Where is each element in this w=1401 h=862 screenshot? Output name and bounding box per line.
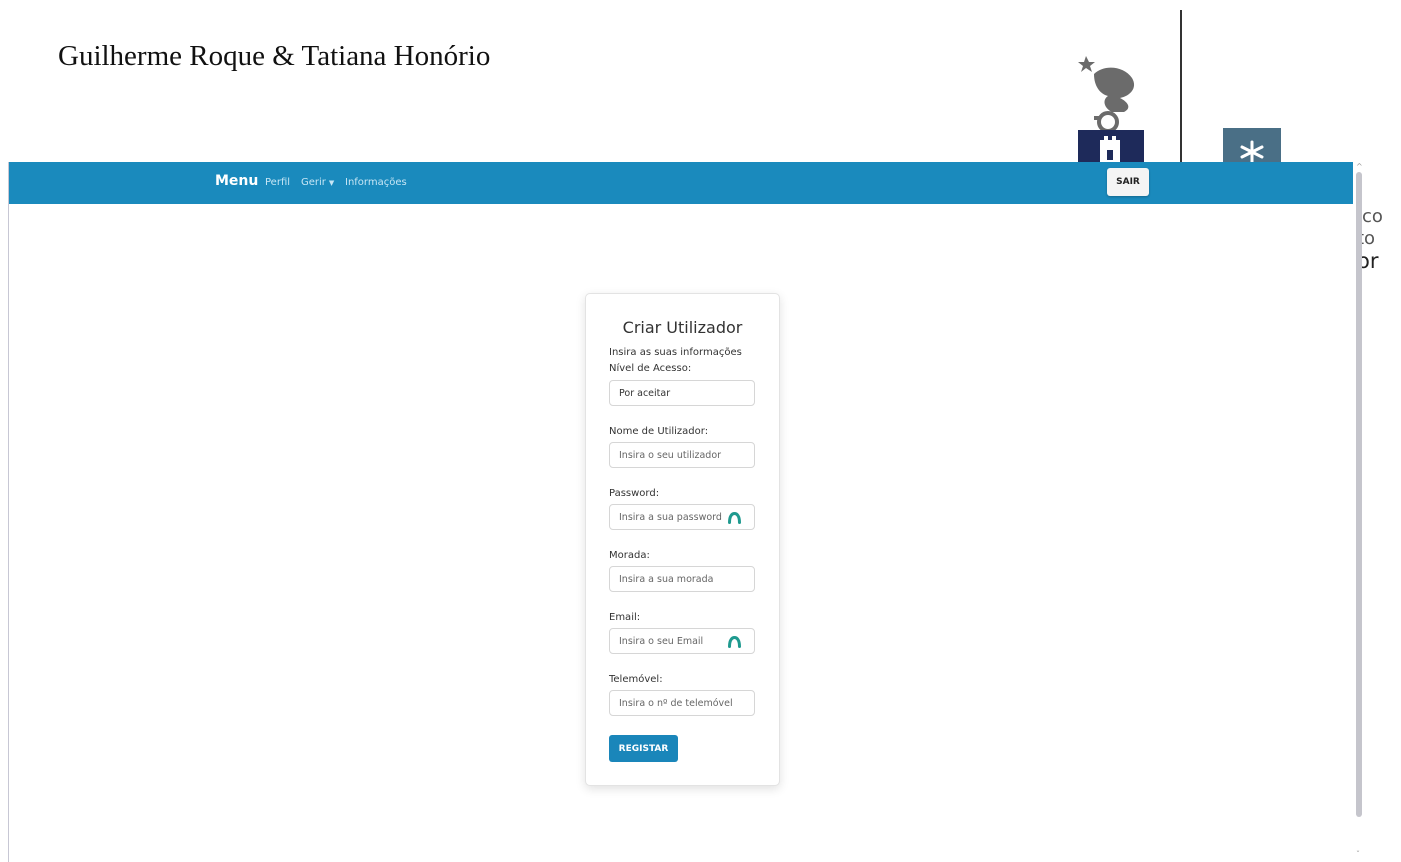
register-button[interactable]: REGISTAR — [609, 735, 678, 762]
phone-label: Telemóvel: — [609, 674, 663, 685]
access-level-field[interactable] — [609, 380, 755, 406]
vertical-scrollbar[interactable]: ^ ˇ — [1354, 162, 1365, 862]
email-field[interactable] — [609, 628, 755, 654]
phone-field[interactable] — [609, 690, 755, 716]
scroll-down-icon[interactable]: ˇ — [1356, 850, 1360, 859]
logo-divider — [1180, 10, 1182, 162]
navbar-brand-menu[interactable]: Menu — [215, 173, 258, 189]
access-level-label: Nível de Acesso: — [609, 363, 692, 374]
card-title: Criar Utilizador — [622, 318, 743, 337]
document-author-line: Guilherme Roque & Tatiana Honório — [58, 40, 491, 72]
username-label: Nome de Utilizador: — [609, 426, 709, 437]
username-field[interactable] — [609, 442, 755, 468]
card-subtitle: Insira as suas informações — [609, 347, 742, 358]
username-input[interactable] — [610, 443, 754, 467]
institution-emblem-icon — [1078, 56, 1144, 170]
phone-input[interactable] — [610, 691, 754, 715]
nav-link-informacoes[interactable]: Informações — [345, 177, 407, 188]
address-field[interactable] — [609, 566, 755, 592]
nav-dropdown-gerir[interactable]: Gerir ▼ — [301, 177, 334, 188]
address-input[interactable] — [610, 567, 754, 591]
logout-button[interactable]: SAIR — [1107, 168, 1149, 196]
nav-link-perfil[interactable]: Perfil — [265, 177, 290, 188]
email-autofill-icon[interactable] — [728, 636, 741, 648]
password-label: Password: — [609, 488, 660, 499]
nav-dropdown-gerir-label: Gerir — [301, 177, 326, 188]
address-label: Morada: — [609, 550, 650, 561]
scrollbar-thumb[interactable] — [1356, 172, 1362, 817]
app-window: Menu Perfil Gerir ▼ Informações SAIR Cria… — [8, 162, 1353, 862]
top-navbar: Menu Perfil Gerir ▼ Informações SAIR — [9, 162, 1353, 204]
scroll-up-icon[interactable]: ^ — [1356, 162, 1363, 171]
email-label: Email: — [609, 612, 641, 623]
password-field[interactable] — [609, 504, 755, 530]
caret-down-icon: ▼ — [328, 179, 335, 187]
page: Guilherme Roque & Tatiana Honório ico to… — [0, 0, 1401, 862]
create-user-card: Criar Utilizador Insira as suas informaç… — [585, 293, 780, 786]
access-level-input[interactable] — [610, 381, 754, 405]
password-autofill-icon[interactable] — [728, 512, 741, 524]
